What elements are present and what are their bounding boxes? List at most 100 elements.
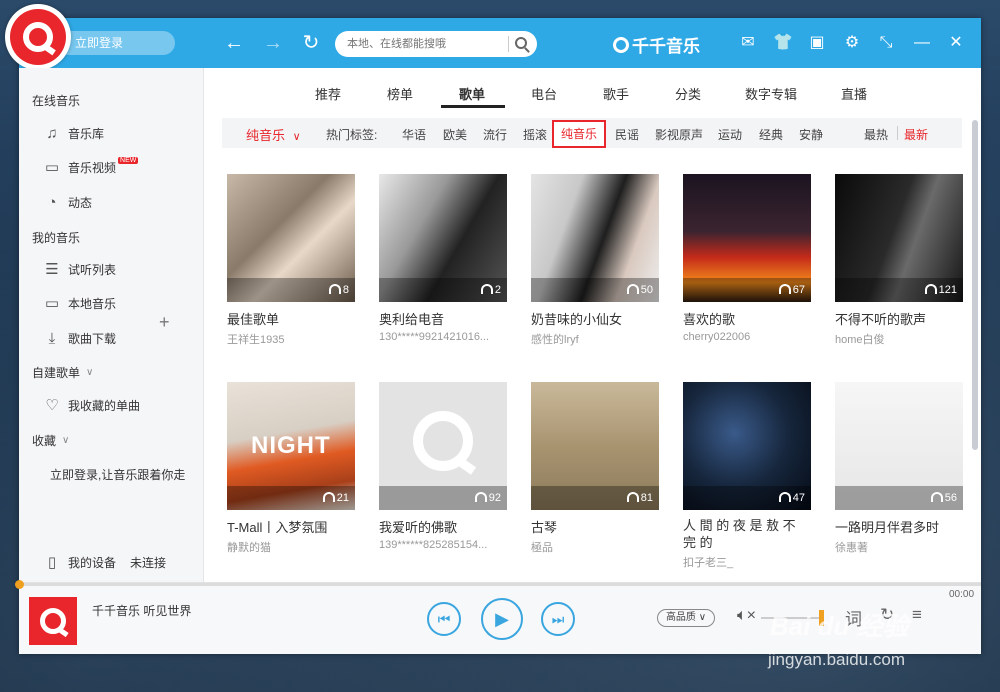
quality-select[interactable]: 高品质 ∨ (657, 609, 715, 627)
tag-item[interactable]: 民谣 (615, 126, 639, 143)
playlist-author[interactable]: 極品 (531, 539, 659, 555)
playlist-title[interactable]: 不得不听的歌声 (835, 309, 963, 328)
sidebar-item-download[interactable]: ⤓ 歌曲下载 (42, 328, 116, 348)
playlist-author[interactable]: 扣子老三_ (683, 554, 811, 570)
close-icon[interactable]: ✕ (946, 33, 966, 53)
playlist-title[interactable]: 人 間 的 夜 是 敖 不 完 的 (683, 517, 811, 551)
tag-item[interactable]: 运动 (718, 126, 742, 143)
playlist-cover[interactable]: 50 (531, 174, 659, 302)
tag-item[interactable]: 安静 (799, 126, 823, 143)
playlist-title[interactable]: 奶昔味的小仙女 (531, 309, 659, 328)
progress-handle[interactable] (15, 580, 24, 589)
playlist-author[interactable]: 静默的猫 (227, 539, 355, 555)
playlist-queue-icon[interactable]: ≡ (912, 605, 922, 625)
sidebar-item-my-device[interactable]: ▯ 我的设备 未连接 (42, 552, 166, 572)
scrollbar[interactable] (972, 120, 978, 450)
tab-charts[interactable]: 榜单 (387, 84, 413, 103)
playlist-title[interactable]: 我爱听的佛歌 (379, 517, 507, 536)
playlist-cover[interactable]: 8 (227, 174, 355, 302)
playlist-card[interactable]: 81 古琴 極品 (531, 382, 659, 555)
brand-logo: 千千音乐 (613, 32, 700, 57)
volume-muted-icon[interactable]: 🔈︎× (737, 607, 756, 625)
forward-icon[interactable]: → (261, 31, 285, 55)
progress-bar[interactable] (15, 580, 981, 589)
settings-icon[interactable]: ⚙ (842, 33, 862, 53)
sidebar-item-music-video[interactable]: ▭ 音乐视频 NEW (42, 156, 139, 177)
playlist-author[interactable]: 徐惠著 (835, 539, 963, 555)
search-box[interactable] (335, 31, 537, 57)
now-playing-cover[interactable] (29, 597, 77, 645)
playlist-title[interactable]: T-Mall丨入梦氛围 (227, 517, 355, 536)
sidebar-item-trial-list[interactable]: ☰ 试听列表 (42, 259, 116, 279)
sidebar-item-local-music[interactable]: ▭ 本地音乐 (42, 293, 116, 313)
tag-item-selected[interactable]: 纯音乐 (552, 120, 606, 148)
tab-radio[interactable]: 电台 (531, 84, 557, 103)
sort-hot-button[interactable]: 最热 (864, 126, 888, 143)
sidebar-section-online: 在线音乐 (32, 94, 81, 108)
tab-digital-albums[interactable]: 数字专辑 (745, 84, 797, 103)
play-button[interactable]: ▶ (481, 598, 523, 640)
playlist-author[interactable]: 王祥生1935 (227, 331, 355, 347)
playlist-card[interactable]: 67 喜欢的歌 cherry022006 (683, 174, 811, 343)
playlist-cover[interactable]: NIGHT 21 (227, 382, 355, 510)
playlist-card[interactable]: 8 最佳歌单 王祥生1935 (227, 174, 355, 347)
playlist-cover[interactable]: 81 (531, 382, 659, 510)
playlist-card[interactable]: 50 奶昔味的小仙女 感性的lryf (531, 174, 659, 347)
playlist-card[interactable]: 2 奥利给电音 130*****9921421016... (379, 174, 507, 343)
playlist-author[interactable]: 139******825285154... (379, 539, 507, 551)
tab-playlists[interactable]: 歌单 (459, 84, 485, 103)
playlist-cover[interactable]: 67 (683, 174, 811, 302)
sidebar-section-custom-playlist[interactable]: 自建歌单 ∨ (32, 364, 93, 381)
tag-item[interactable]: 影视原声 (655, 126, 703, 143)
login-tip-link[interactable]: 立即登录,让音乐跟着你走 (50, 466, 185, 483)
toolbox-icon[interactable]: ▣ (807, 33, 827, 53)
playlist-author[interactable]: cherry022006 (683, 331, 811, 343)
add-playlist-icon[interactable]: + (159, 312, 170, 333)
device-label: 我的设备 (68, 555, 117, 570)
tag-item[interactable]: 经典 (759, 126, 783, 143)
search-input[interactable] (347, 35, 507, 53)
playlist-cover[interactable]: 121 (835, 174, 963, 302)
sidebar-item-music-library[interactable]: ♫ 音乐库 (42, 123, 104, 143)
playlist-cover[interactable]: 92 (379, 382, 507, 510)
playlist-card[interactable]: 47 人 間 的 夜 是 敖 不 完 的 扣子老三_ (683, 382, 811, 570)
tab-singers[interactable]: 歌手 (603, 84, 629, 103)
tab-recommend[interactable]: 推荐 (315, 84, 341, 103)
playlist-cover[interactable]: 47 (683, 382, 811, 510)
skin-icon[interactable]: 👕 (773, 33, 793, 53)
sort-new-button[interactable]: 最新 (904, 126, 928, 143)
tab-categories[interactable]: 分类 (675, 84, 701, 103)
tab-live[interactable]: 直播 (841, 84, 867, 103)
playlist-title[interactable]: 一路明月伴君多时 (835, 517, 963, 536)
playlist-title[interactable]: 最佳歌单 (227, 309, 355, 328)
minimize-icon[interactable]: — (912, 33, 932, 53)
playlist-title[interactable]: 喜欢的歌 (683, 309, 811, 328)
sidebar-section-favorites[interactable]: 收藏 ∨ (32, 432, 69, 449)
next-button[interactable]: ⏭ (541, 602, 575, 636)
playlist-card[interactable]: 56 一路明月伴君多时 徐惠著 (835, 382, 963, 555)
mail-icon[interactable]: ✉ (738, 33, 758, 53)
tag-item[interactable]: 华语 (402, 126, 426, 143)
playlist-card[interactable]: 92 我爱听的佛歌 139******825285154... (379, 382, 507, 551)
playlist-cover[interactable]: 56 (835, 382, 963, 510)
previous-button[interactable]: ⏮ (427, 602, 461, 636)
sidebar-item-dynamic[interactable]: ◔ 动态 (42, 192, 92, 212)
playlist-author[interactable]: 130*****9921421016... (379, 331, 507, 343)
playlist-title[interactable]: 奥利给电音 (379, 309, 507, 328)
playlist-cover[interactable]: 2 (379, 174, 507, 302)
playlist-author[interactable]: 感性的lryf (531, 331, 659, 347)
playlist-card[interactable]: NIGHT 21 T-Mall丨入梦氛围 静默的猫 (227, 382, 355, 555)
minimode-icon[interactable]: ⤡ (876, 33, 896, 53)
login-button[interactable]: 立即登录 (57, 31, 175, 55)
sidebar-item-liked-songs[interactable]: ♡ 我收藏的单曲 (42, 395, 140, 415)
back-icon[interactable]: ← (222, 31, 246, 55)
search-icon[interactable] (515, 37, 527, 49)
tag-item[interactable]: 摇滚 (523, 126, 547, 143)
tag-item[interactable]: 欧美 (443, 126, 467, 143)
playlist-title[interactable]: 古琴 (531, 517, 659, 536)
tag-item[interactable]: 流行 (483, 126, 507, 143)
refresh-icon[interactable]: ↻ (299, 31, 323, 55)
tag-dropdown[interactable]: 纯音乐 ∨ (246, 125, 301, 144)
playlist-card[interactable]: 121 不得不听的歌声 home白俊 (835, 174, 963, 347)
playlist-author[interactable]: home白俊 (835, 331, 963, 347)
